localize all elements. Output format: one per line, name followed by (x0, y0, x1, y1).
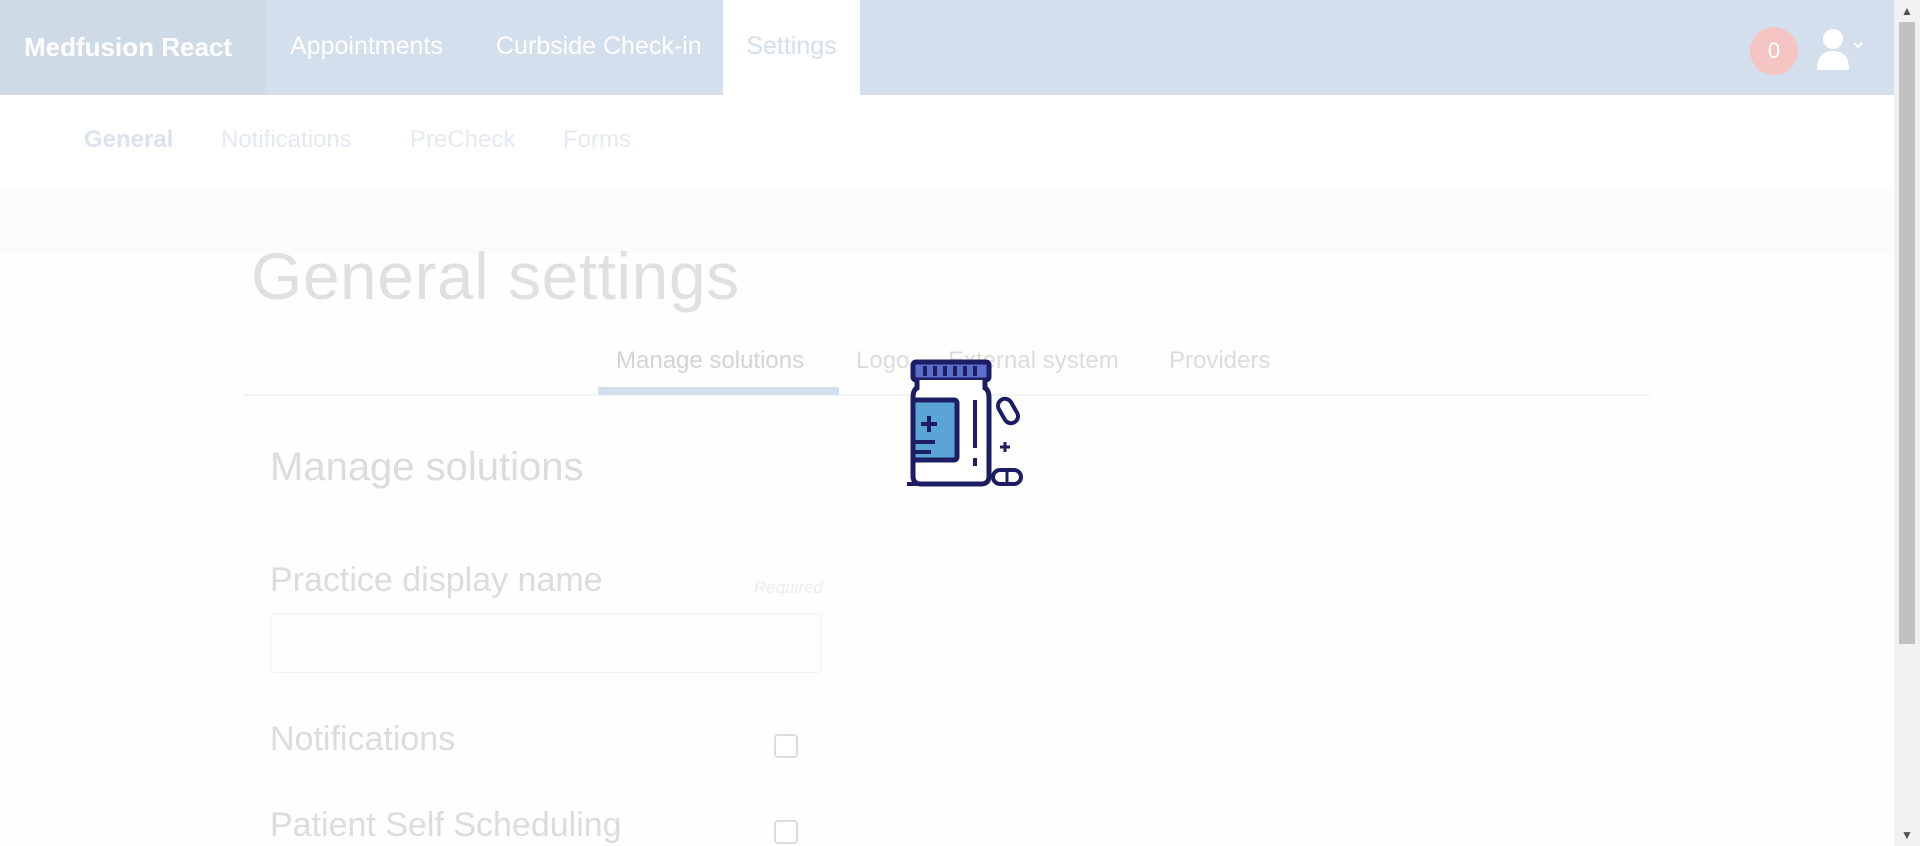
notification-badge[interactable]: 0 (1750, 27, 1798, 75)
page-title: General settings (251, 239, 740, 313)
vertical-scrollbar[interactable]: ▲ ▼ (1894, 0, 1920, 846)
nav-appointments[interactable]: Appointments (290, 0, 443, 95)
patient-self-scheduling-checkbox[interactable] (774, 820, 798, 844)
scroll-up-arrow-icon[interactable]: ▲ (1894, 0, 1920, 22)
nav-curbside-check-in[interactable]: Curbside Check-in (496, 0, 702, 95)
chevron-down-icon (1853, 42, 1863, 49)
scroll-down-arrow-icon[interactable]: ▼ (1894, 824, 1920, 846)
tab-providers[interactable]: Providers (1169, 347, 1270, 375)
medicine-bottle-icon (907, 359, 1023, 487)
loading-indicator (905, 358, 1025, 488)
user-icon (1817, 29, 1863, 70)
tab-manage-solutions[interactable]: Manage solutions (616, 347, 804, 375)
top-navbar: Medfusion React Appointments Curbside Ch… (0, 0, 1894, 96)
section-title: Manage solutions (270, 445, 584, 489)
practice-display-name-label: Practice display name (270, 561, 603, 599)
patient-self-scheduling-label: Patient Self Scheduling (270, 806, 622, 844)
practice-display-name-input[interactable] (270, 613, 822, 673)
app-viewport: Medfusion React Appointments Curbside Ch… (0, 0, 1894, 846)
subnav-general[interactable]: General (84, 126, 173, 154)
required-hint: Required (754, 578, 823, 597)
notifications-checkbox[interactable] (774, 734, 798, 758)
scrollbar-thumb[interactable] (1899, 22, 1915, 644)
nav-settings[interactable]: Settings (723, 0, 860, 96)
subnav-forms[interactable]: Forms (563, 126, 631, 154)
brand-logo[interactable]: Medfusion React (0, 0, 265, 95)
active-tab-indicator (598, 387, 839, 395)
subnav-notifications[interactable]: Notifications (221, 126, 352, 154)
notifications-toggle-label: Notifications (270, 720, 456, 758)
tab-logo[interactable]: Logo (856, 347, 909, 375)
settings-subnav: General Notifications PreCheck Forms (0, 95, 1894, 190)
subnav-precheck[interactable]: PreCheck (410, 126, 515, 154)
user-menu[interactable] (1815, 26, 1865, 72)
